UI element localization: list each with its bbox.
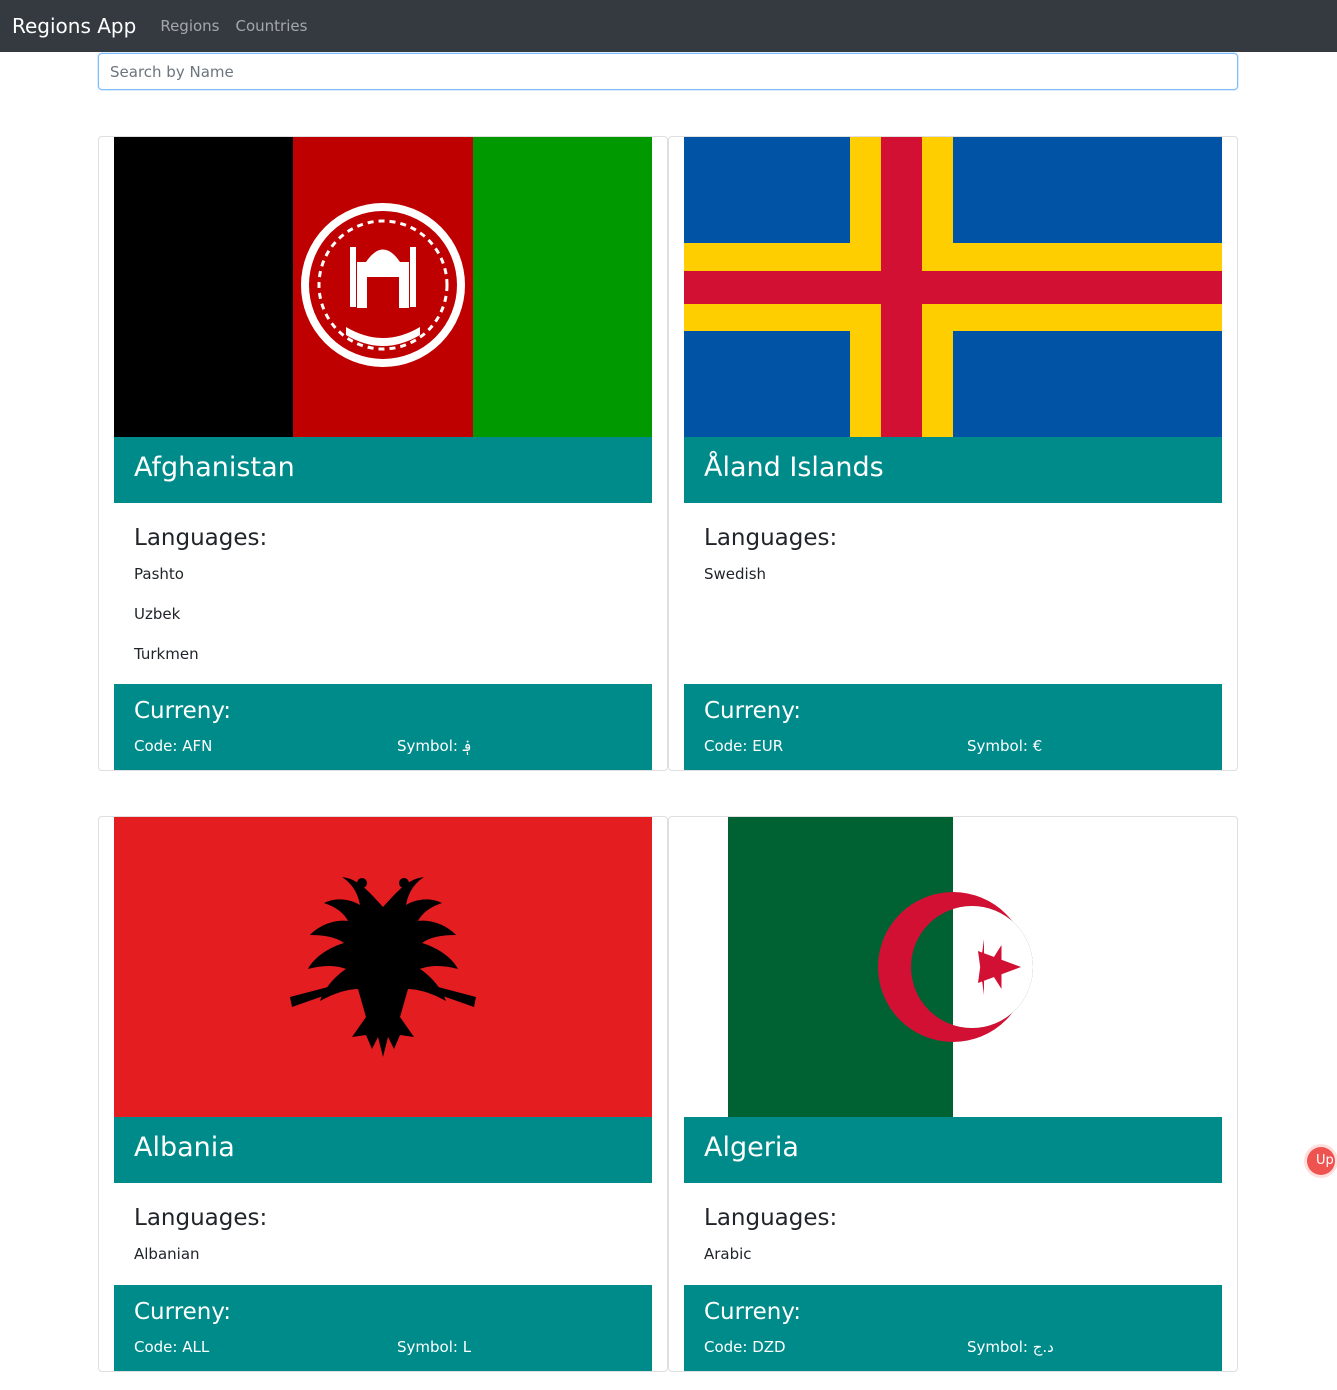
currency-symbol: Symbol: L [397,1338,472,1356]
languages-heading: Languages: [704,525,838,551]
currency-panel: Curreny: Code: EUR Symbol: € [684,684,1222,770]
afghanistan-flag [114,137,652,437]
currency-heading: Curreny: [704,698,802,724]
brand[interactable]: Regions App [12,14,136,38]
flag-image [684,137,1222,437]
currency-panel: Curreny: Code: ALL Symbol: L [114,1285,652,1371]
scroll-up-button[interactable]: Up [1307,1147,1335,1175]
currency-heading: Curreny: [134,698,232,724]
languages-heading: Languages: [134,525,268,551]
currency-code: Code: DZD [704,1338,786,1356]
currency-heading: Curreny: [134,1299,232,1325]
languages-heading: Languages: [134,1205,268,1231]
currency-symbol: Symbol: € [967,737,1043,755]
country-card: Albania Languages: Albanian Curreny: Cod… [98,816,668,1372]
language-item: Uzbek [134,605,181,623]
nav-link-countries[interactable]: Countries [236,17,308,35]
country-card: Afghanistan Languages: Pashto Uzbek Turk… [98,136,668,771]
country-name: Afghanistan [114,437,652,503]
nav-link-regions[interactable]: Regions [160,17,219,35]
currency-code: Code: ALL [134,1338,210,1356]
languages-heading: Languages: [704,1205,838,1231]
flag-image [114,817,652,1117]
country-card: Algeria Languages: Arabic Curreny: Code:… [668,816,1238,1372]
country-name: Albania [114,1117,652,1183]
language-item: Turkmen [134,645,199,663]
navbar: Regions App Regions Countries [0,0,1337,52]
flag-image [684,817,1222,1117]
albania-flag [114,817,652,1117]
currency-code: Code: EUR [704,737,784,755]
currency-panel: Curreny: Code: AFN Symbol: ؋ [114,684,652,770]
flag-image [114,137,652,437]
aland-islands-flag [684,137,1222,437]
language-item: Albanian [134,1245,200,1263]
search-input[interactable] [98,53,1238,90]
language-item: Pashto [134,565,184,583]
country-card: Åland Islands Languages: Swedish Curreny… [668,136,1238,771]
language-item: Swedish [704,565,767,583]
language-item: Arabic [704,1245,752,1263]
currency-symbol: Symbol: ؋ [397,737,472,755]
country-name: Algeria [684,1117,1222,1183]
algeria-flag [684,817,1222,1117]
country-name: Åland Islands [684,437,1222,503]
currency-panel: Curreny: Code: DZD Symbol: د.ج [684,1285,1222,1371]
currency-heading: Curreny: [704,1299,802,1325]
currency-symbol: Symbol: د.ج [967,1338,1054,1356]
currency-code: Code: AFN [134,737,213,755]
